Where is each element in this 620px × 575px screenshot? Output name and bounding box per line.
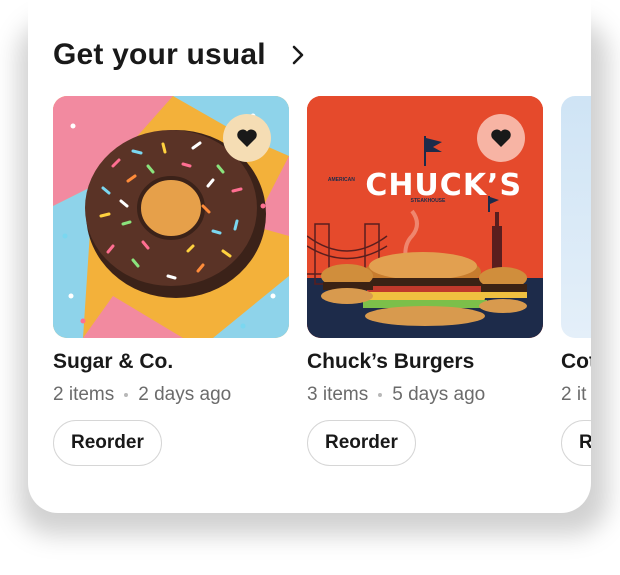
order-meta: 2 items 2 days ago <box>53 384 289 406</box>
logo-tag-right: STEAKHOUSE <box>410 198 446 204</box>
chevron-right-icon[interactable] <box>288 45 308 65</box>
store-tile-partial[interactable]: Cot 2 it R <box>561 96 591 466</box>
store-tile-chucks-burgers[interactable]: AMERICAN CHUCK’S STEAKHOUSE Chuck’s Burg… <box>307 96 543 466</box>
last-order-time: 5 days ago <box>392 384 486 405</box>
reorder-button[interactable]: Reorder <box>307 420 416 466</box>
heart-icon[interactable] <box>223 114 271 162</box>
usual-orders-card: Get your usual Sugar & Co. 2 items 2 day… <box>28 0 591 513</box>
item-count: 2 items <box>53 384 115 405</box>
store-tile-sugar-co[interactable]: Sugar & Co. 2 items 2 days ago Reorder <box>53 96 289 466</box>
last-order-time: 2 days ago <box>138 384 232 405</box>
store-image[interactable] <box>561 96 591 338</box>
section-header[interactable]: Get your usual <box>53 38 308 72</box>
section-title: Get your usual <box>53 38 266 71</box>
store-image[interactable]: AMERICAN CHUCK’S STEAKHOUSE <box>307 96 543 338</box>
chucks-logo: AMERICAN CHUCK’S STEAKHOUSE <box>307 168 543 221</box>
store-name[interactable]: Chuck’s Burgers <box>307 350 543 374</box>
reorder-button[interactable]: R <box>561 420 591 466</box>
heart-icon[interactable] <box>477 114 525 162</box>
separator-dot <box>378 393 383 397</box>
store-name[interactable]: Sugar & Co. <box>53 350 289 374</box>
separator-dot <box>124 393 129 397</box>
reorder-button[interactable]: Reorder <box>53 420 162 466</box>
order-meta: 3 items 5 days ago <box>307 384 543 406</box>
logo-tag-left: AMERICAN <box>327 177 355 183</box>
item-count: 3 items <box>307 384 369 405</box>
store-name[interactable]: Cot <box>561 350 591 374</box>
item-count: 2 it <box>561 384 587 405</box>
store-image[interactable] <box>53 96 289 338</box>
order-meta: 2 it <box>561 384 591 406</box>
